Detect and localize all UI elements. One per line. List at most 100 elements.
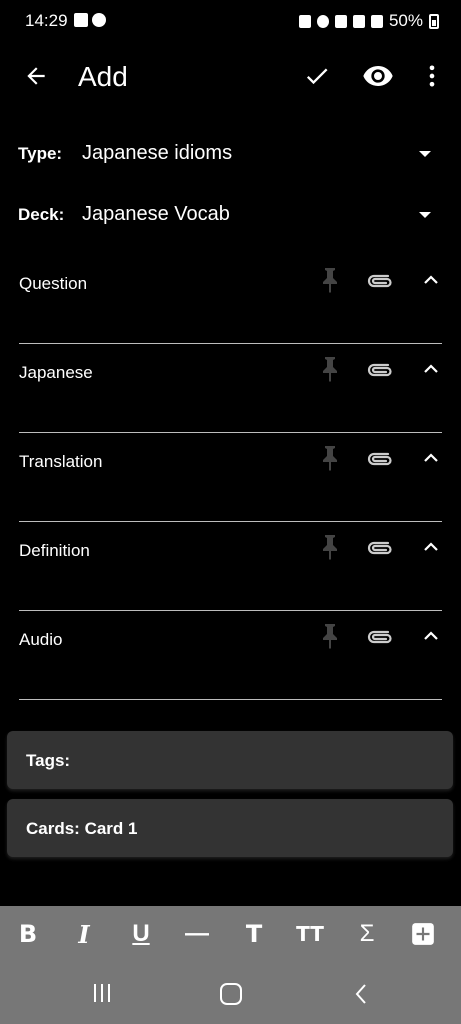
note-field: Translation [0, 444, 461, 533]
eye-icon [363, 66, 393, 86]
chevron-up-icon [424, 631, 438, 640]
deck-value: Japanese Vocab [82, 203, 230, 225]
italic-icon: I [78, 919, 90, 949]
battery-icon [429, 13, 439, 29]
page-title: Add [78, 61, 128, 92]
chevron-up-icon [424, 453, 438, 462]
field-label: Audio [19, 630, 63, 649]
recent-apps-button[interactable] [91, 982, 113, 1004]
pin-field-button[interactable] [318, 444, 342, 472]
note-field: Audio [0, 622, 461, 711]
deck-selector[interactable]: Deck: Japanese Vocab [0, 191, 461, 239]
bold-icon: B [18, 920, 38, 948]
mathjax-button[interactable]: Σ [349, 916, 385, 952]
gallery-notification-icon [74, 13, 88, 27]
wifi-icon [352, 14, 365, 28]
home-icon [220, 983, 242, 1005]
paperclip-icon [367, 274, 392, 288]
back-arrow-icon [27, 67, 45, 85]
system-status: 50% [298, 11, 439, 31]
underline-button[interactable]: U [123, 916, 159, 952]
font-size-button[interactable]: TT [292, 916, 328, 952]
title-button[interactable]: T [236, 916, 272, 952]
add-box-icon [412, 923, 434, 945]
attach-media-button[interactable] [365, 624, 395, 648]
signal-icon [370, 14, 383, 28]
system-navigation-bar [0, 964, 461, 1024]
note-field: Question [0, 266, 461, 355]
chevron-left-icon [355, 984, 366, 1004]
field-input[interactable] [19, 610, 442, 611]
add-toolbar-item-button[interactable] [405, 916, 441, 952]
collapse-field-button[interactable] [421, 626, 441, 646]
notification-icons [74, 13, 106, 27]
chevron-up-icon [424, 275, 438, 284]
pin-icon [323, 535, 337, 560]
paperclip-icon [367, 452, 392, 466]
attach-media-button[interactable] [365, 268, 395, 292]
save-button[interactable] [299, 58, 335, 94]
note-field: Japanese [0, 355, 461, 444]
overflow-menu-button[interactable] [414, 58, 450, 94]
field-label: Translation [19, 452, 103, 471]
attach-media-button[interactable] [365, 446, 395, 470]
formatting-toolbar: B I U — T TT Σ [0, 906, 461, 964]
tags-label: Tags: [26, 751, 71, 770]
cards-label: Cards: Card 1 [26, 819, 138, 838]
italic-button[interactable]: I [66, 916, 102, 952]
tags-button[interactable]: Tags: [7, 731, 453, 789]
pin-icon [323, 624, 337, 649]
pin-field-button[interactable] [318, 355, 342, 383]
paperclip-icon [367, 630, 392, 644]
horizontal-rule-icon: — [185, 920, 209, 947]
paperclip-icon [367, 363, 392, 377]
field-label: Japanese [19, 363, 93, 382]
system-back-button[interactable] [352, 982, 372, 1006]
collapse-field-button[interactable] [421, 448, 441, 468]
back-button[interactable] [18, 58, 54, 94]
home-button[interactable] [219, 982, 243, 1006]
battery-percent: 50% [388, 11, 423, 30]
note-type-label: Type: [18, 144, 63, 163]
chevron-up-icon [424, 542, 438, 551]
clock-notification-icon [92, 13, 106, 27]
pin-icon [323, 446, 337, 471]
horizontal-rule-button[interactable]: — [179, 916, 215, 952]
font-size-icon: TT [296, 922, 324, 946]
battery-saver-icon [298, 14, 311, 28]
pin-field-button[interactable] [318, 266, 342, 294]
field-input[interactable] [19, 521, 442, 522]
field-input[interactable] [19, 699, 442, 700]
sigma-icon: Σ [359, 920, 375, 947]
check-icon [306, 68, 328, 85]
dropdown-arrow-icon [419, 151, 431, 157]
dropdown-arrow-icon [419, 212, 431, 218]
cards-button[interactable]: Cards: Card 1 [7, 799, 453, 857]
field-input[interactable] [19, 343, 442, 344]
attach-media-button[interactable] [365, 357, 395, 381]
note-type-selector[interactable]: Type: Japanese idioms [0, 130, 461, 178]
field-input[interactable] [19, 432, 442, 433]
preview-button[interactable] [360, 58, 396, 94]
note-field: Definition [0, 533, 461, 622]
recents-icon [94, 984, 110, 1002]
status-bar: 14:29 50% [0, 0, 461, 42]
bold-button[interactable]: B [10, 916, 46, 952]
pin-field-button[interactable] [318, 533, 342, 561]
chevron-up-icon [424, 364, 438, 373]
underline-icon: U [132, 920, 150, 947]
collapse-field-button[interactable] [421, 359, 441, 379]
app-bar: Add [0, 42, 461, 112]
attach-media-button[interactable] [365, 535, 395, 559]
field-label: Definition [19, 541, 90, 560]
pin-icon [323, 357, 337, 382]
field-label: Question [19, 274, 88, 293]
collapse-field-button[interactable] [421, 270, 441, 290]
collapse-field-button[interactable] [421, 537, 441, 557]
mute-icon [334, 14, 347, 28]
status-time: 14:29 [25, 11, 68, 30]
title-icon: T [245, 920, 263, 948]
pin-field-button[interactable] [318, 622, 342, 650]
more-vert-icon [429, 65, 435, 87]
alarm-icon [316, 14, 329, 28]
